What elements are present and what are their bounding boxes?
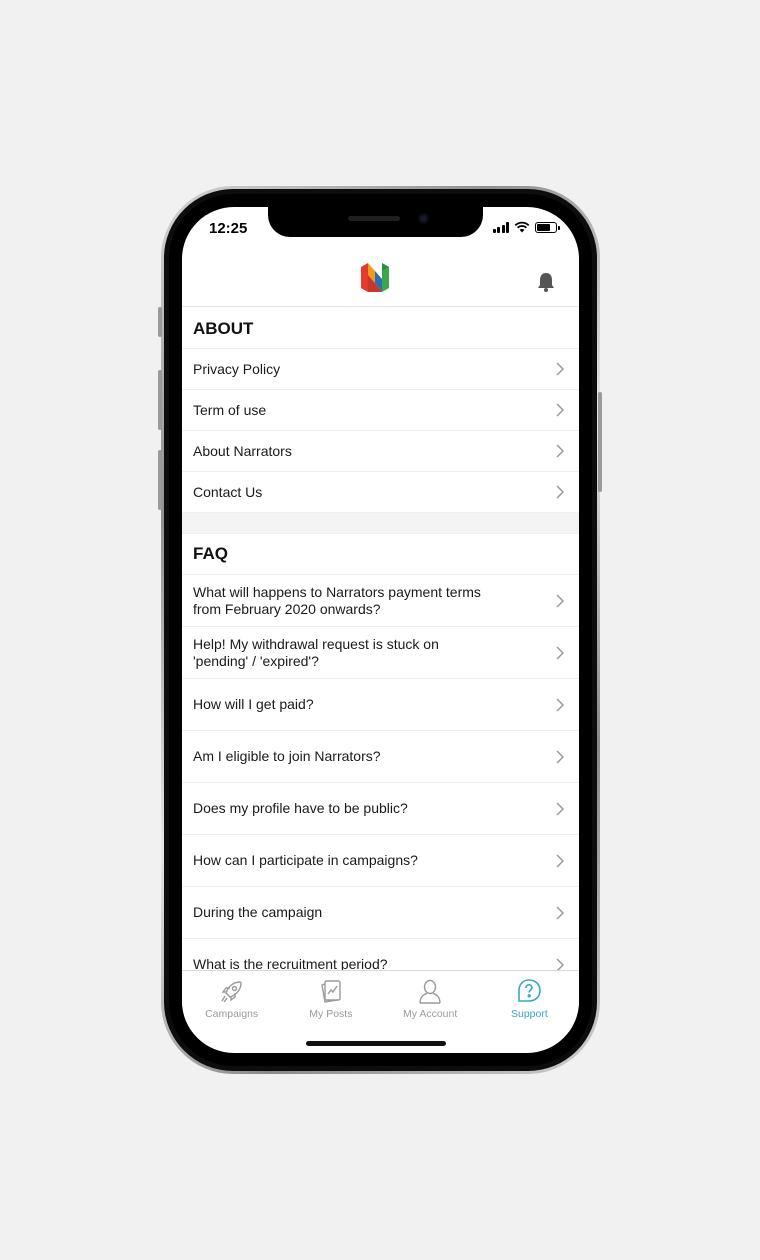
signal-icon (492, 221, 509, 233)
tab-label: Campaigns (205, 1008, 259, 1020)
speaker (348, 216, 400, 221)
notch (268, 207, 483, 237)
faq-item[interactable]: Am I eligible to join Narrators? (182, 731, 579, 783)
tab-support[interactable]: Support (480, 971, 579, 1032)
section-divider (182, 513, 579, 534)
about-item-contact-us[interactable]: Contact Us (182, 472, 579, 513)
status-time: 12:25 (209, 220, 248, 237)
chevron-right-icon (556, 905, 565, 920)
row-label: How can I participate in campaigns? (193, 852, 418, 868)
chevron-right-icon (556, 957, 565, 970)
faq-item[interactable]: Help! My withdrawal request is stuck on '… (182, 627, 579, 679)
bell-icon[interactable] (535, 271, 557, 293)
tab-campaigns[interactable]: Campaigns (182, 971, 281, 1032)
about-heading: ABOUT (182, 308, 579, 349)
about-item-privacy-policy[interactable]: Privacy Policy (182, 349, 579, 390)
narrators-logo[interactable] (359, 261, 391, 294)
battery-icon (535, 221, 560, 233)
posts-icon (321, 980, 341, 1003)
faq-item[interactable]: Does my profile have to be public? (182, 783, 579, 835)
row-label: How will I get paid? (193, 696, 314, 712)
faq-item[interactable]: What is the recruitment period? (182, 939, 579, 970)
power-button (598, 392, 602, 492)
tab-my-posts[interactable]: My Posts (281, 971, 380, 1032)
row-label: What will happens to Narrators payment t… (193, 583, 481, 617)
chevron-right-icon (556, 444, 565, 458)
chevron-right-icon (556, 697, 565, 712)
faq-item[interactable]: How will I get paid? (182, 679, 579, 731)
row-label: Term of use (193, 401, 267, 418)
faq-item[interactable]: How can I participate in campaigns? (182, 835, 579, 887)
faq-item[interactable]: During the campaign (182, 887, 579, 939)
wifi-icon (514, 221, 530, 233)
front-camera (418, 213, 429, 224)
chevron-right-icon (556, 801, 565, 816)
row-label: About Narrators (193, 442, 292, 459)
home-indicator (306, 1041, 446, 1046)
chevron-right-icon (556, 645, 565, 660)
tab-bar: Campaigns My Posts My Account Support (182, 970, 579, 1032)
tab-label: Support (510, 1008, 548, 1020)
status-icons (492, 221, 560, 233)
mute-switch (158, 307, 162, 337)
tab-label: My Account (402, 1008, 458, 1020)
phone-bezel: 12:25 ABOUT Privacy Policy Term of use A… (169, 194, 592, 1066)
row-label: Help! My withdrawal request is stuck on '… (193, 635, 439, 669)
row-label: Contact Us (193, 483, 263, 500)
about-item-term-of-use[interactable]: Term of use (182, 390, 579, 431)
row-label: Does my profile have to be public? (193, 800, 408, 816)
app-header (182, 245, 579, 307)
row-label: During the campaign (193, 904, 323, 920)
tab-label: My Posts (309, 1008, 353, 1020)
chevron-right-icon (556, 403, 565, 417)
faq-item[interactable]: What will happens to Narrators payment t… (182, 575, 579, 627)
row-label: Am I eligible to join Narrators? (193, 748, 381, 764)
about-item-about-narrators[interactable]: About Narrators (182, 431, 579, 472)
support-icon (518, 979, 542, 1002)
volume-down-button (158, 450, 162, 510)
faq-heading: FAQ (182, 534, 579, 575)
screen: 12:25 ABOUT Privacy Policy Term of use A… (182, 207, 579, 1053)
phone-frame: 12:25 ABOUT Privacy Policy Term of use A… (161, 186, 600, 1074)
support-list[interactable]: ABOUT Privacy Policy Term of use About N… (182, 308, 579, 970)
tab-my-account[interactable]: My Account (381, 971, 480, 1032)
chevron-right-icon (556, 485, 565, 499)
volume-up-button (158, 370, 162, 430)
row-label: What is the recruitment period? (193, 956, 388, 970)
chevron-right-icon (556, 853, 565, 868)
user-icon (419, 979, 441, 1004)
row-label: Privacy Policy (193, 360, 281, 377)
chevron-right-icon (556, 593, 565, 608)
chevron-right-icon (556, 749, 565, 764)
phone-body: 12:25 ABOUT Privacy Policy Term of use A… (164, 189, 597, 1071)
chevron-right-icon (556, 362, 565, 376)
rocket-icon (221, 981, 242, 1003)
